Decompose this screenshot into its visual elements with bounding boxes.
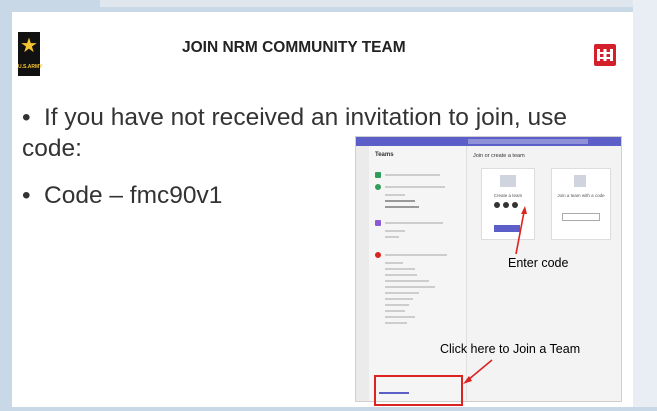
enter-code-arrowhead <box>521 206 527 214</box>
join-team-arrow <box>467 359 493 381</box>
enter-code-arrow <box>515 211 525 255</box>
annotation-arrows <box>463 206 527 384</box>
